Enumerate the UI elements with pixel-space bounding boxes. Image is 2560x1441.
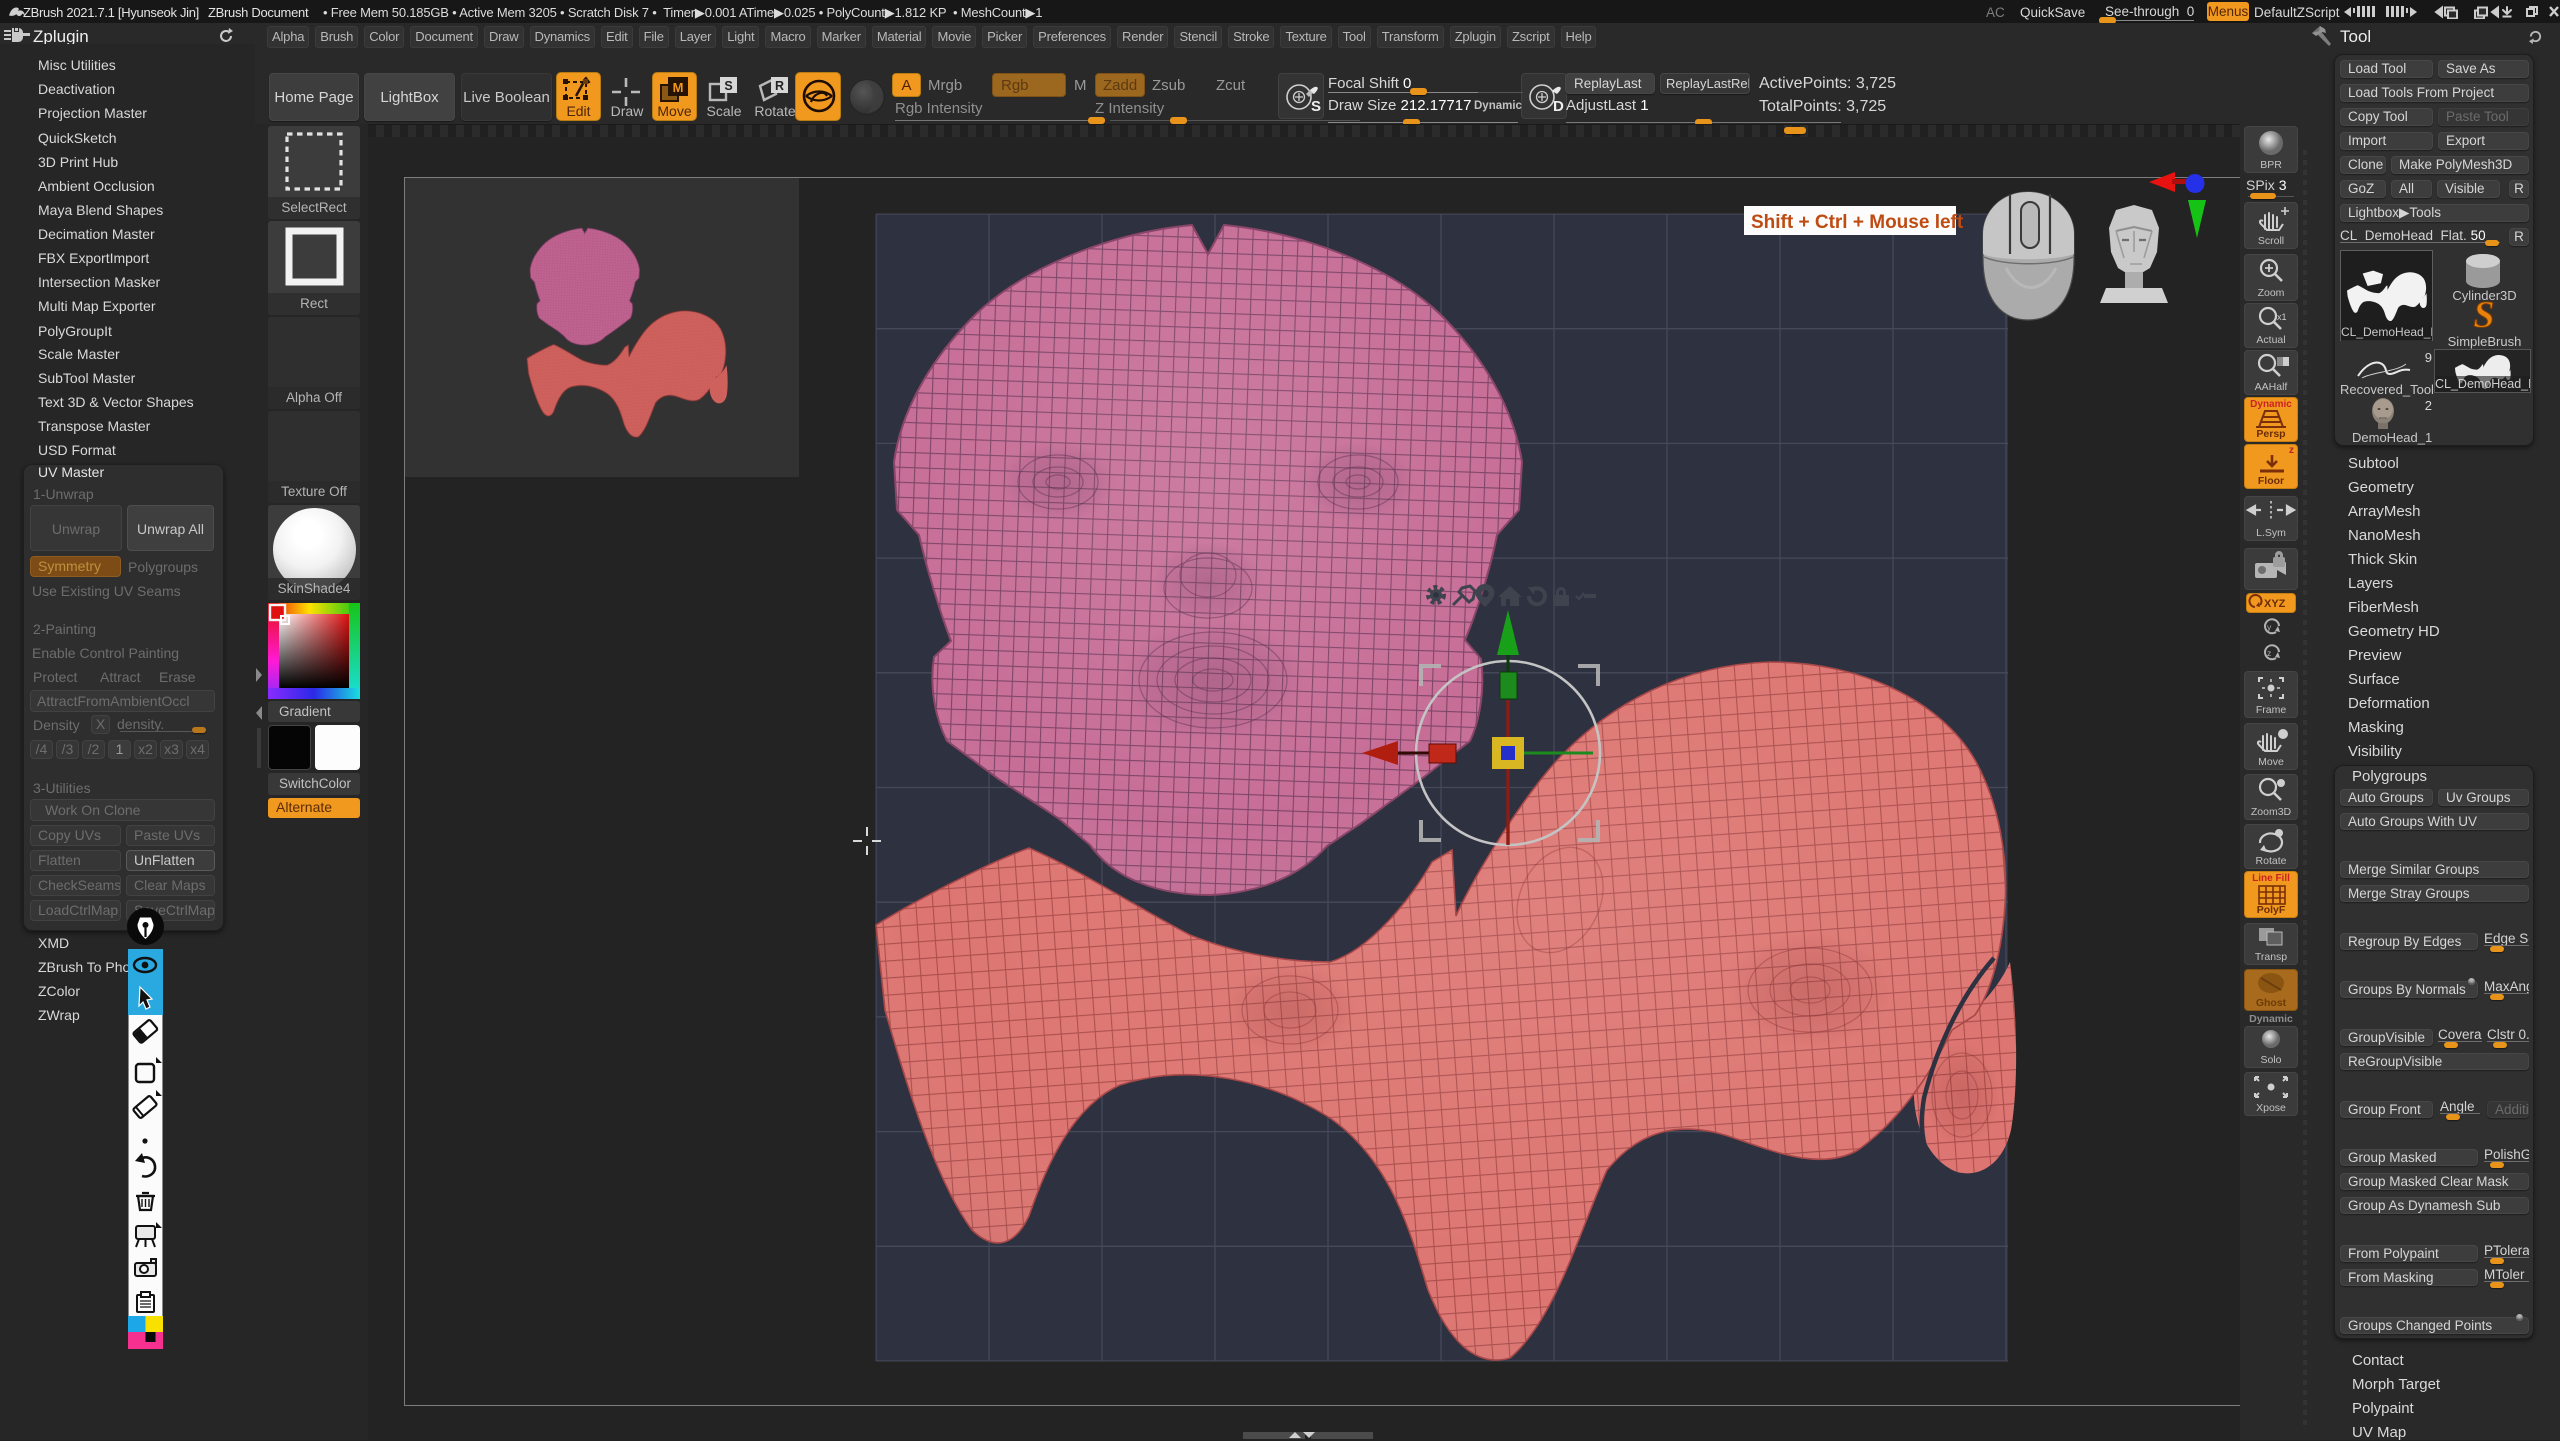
svg-text:x1: x1 [2277, 312, 2287, 322]
svg-text:R: R [775, 79, 784, 93]
svg-text:S: S [1311, 98, 1321, 115]
svg-text:XYZ: XYZ [2264, 598, 2286, 610]
svg-text:z: z [2267, 648, 2271, 658]
svg-text:M: M [673, 80, 684, 95]
svg-text:S: S [2473, 294, 2494, 334]
svg-text:D: D [1553, 98, 1564, 115]
svg-text:S: S [724, 79, 732, 93]
svg-text:y: y [2267, 622, 2272, 632]
svg-text:Shift + Ctrl + Mouse left: Shift + Ctrl + Mouse left [1751, 212, 1964, 233]
